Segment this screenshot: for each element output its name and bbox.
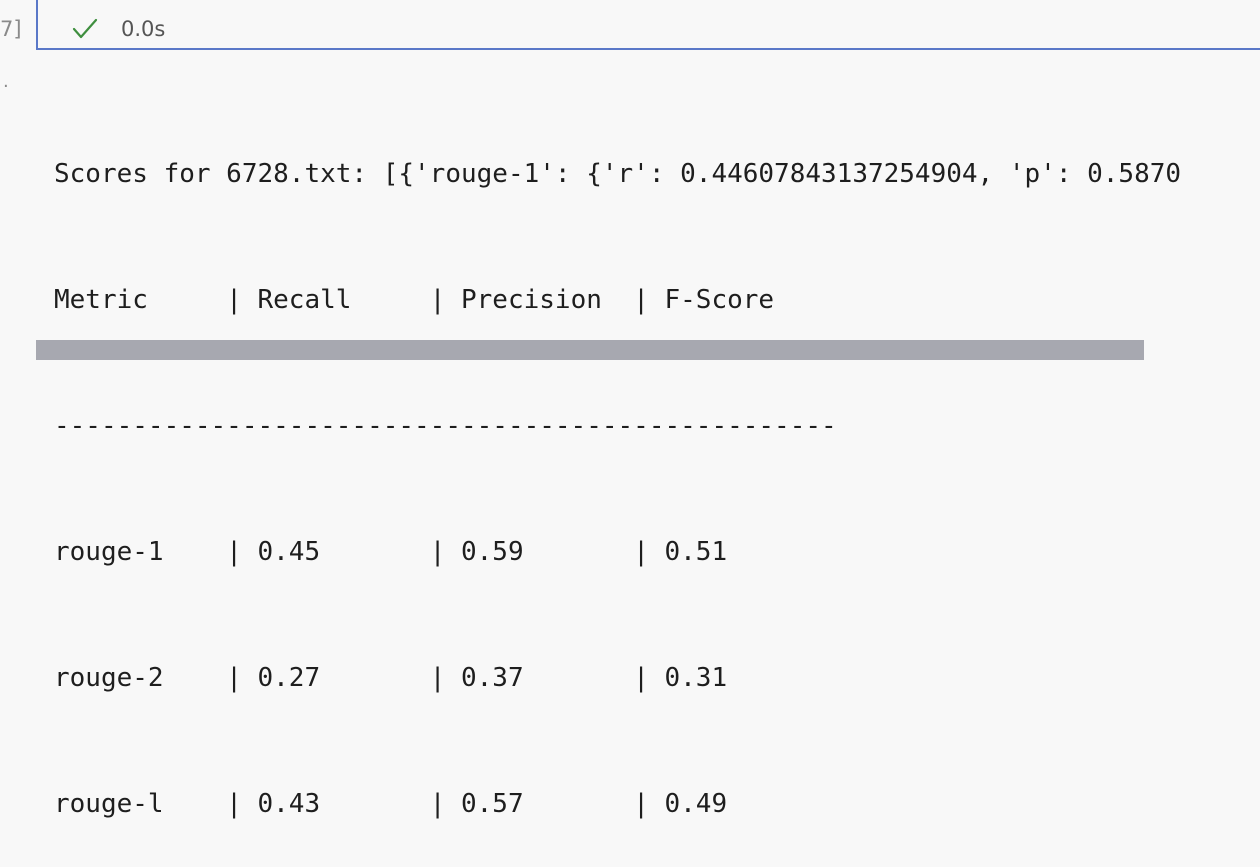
row-precision: | 0.37 (429, 663, 634, 693)
execution-duration: 0.0s (121, 17, 166, 41)
cell-status-bar: 0.0s (36, 0, 1260, 50)
scores-line: Scores for 6728.txt: [{'rouge-1': {'r': … (54, 159, 1182, 189)
header-metric: Metric (54, 285, 227, 315)
row-precision: | 0.59 (429, 537, 634, 567)
horizontal-scrollbar[interactable] (36, 340, 1144, 360)
table-separator: ----------------------------------------… (54, 411, 837, 441)
table-row: rouge-1 | 0.45 | 0.59 | 0.51 (54, 531, 1260, 573)
header-precision: | Precision (429, 285, 634, 315)
row-recall: | 0.43 (226, 789, 430, 819)
execution-count: 7] (0, 17, 22, 41)
row-fscore: | 0.31 (633, 663, 728, 693)
table-row: rouge-2 | 0.27 | 0.37 | 0.31 (54, 657, 1260, 699)
row-recall: | 0.45 (226, 537, 430, 567)
check-icon (72, 18, 98, 39)
row-fscore: | 0.51 (633, 537, 728, 567)
header-recall: | Recall (226, 285, 430, 315)
header-fscore: | F-Score (633, 285, 775, 315)
output-marker: · (3, 76, 9, 97)
row-precision: | 0.57 (429, 789, 634, 819)
cell-output[interactable]: Scores for 6728.txt: [{'rouge-1': {'r': … (54, 69, 1260, 867)
table-row: rouge-l | 0.43 | 0.57 | 0.49 (54, 783, 1260, 825)
row-recall: | 0.27 (226, 663, 430, 693)
row-metric: rouge-1 (54, 537, 227, 567)
row-metric: rouge-2 (54, 663, 227, 693)
table-header: Metric | Recall | Precision | F-Score (54, 279, 1260, 321)
row-metric: rouge-l (54, 789, 227, 819)
row-fscore: | 0.49 (633, 789, 728, 819)
